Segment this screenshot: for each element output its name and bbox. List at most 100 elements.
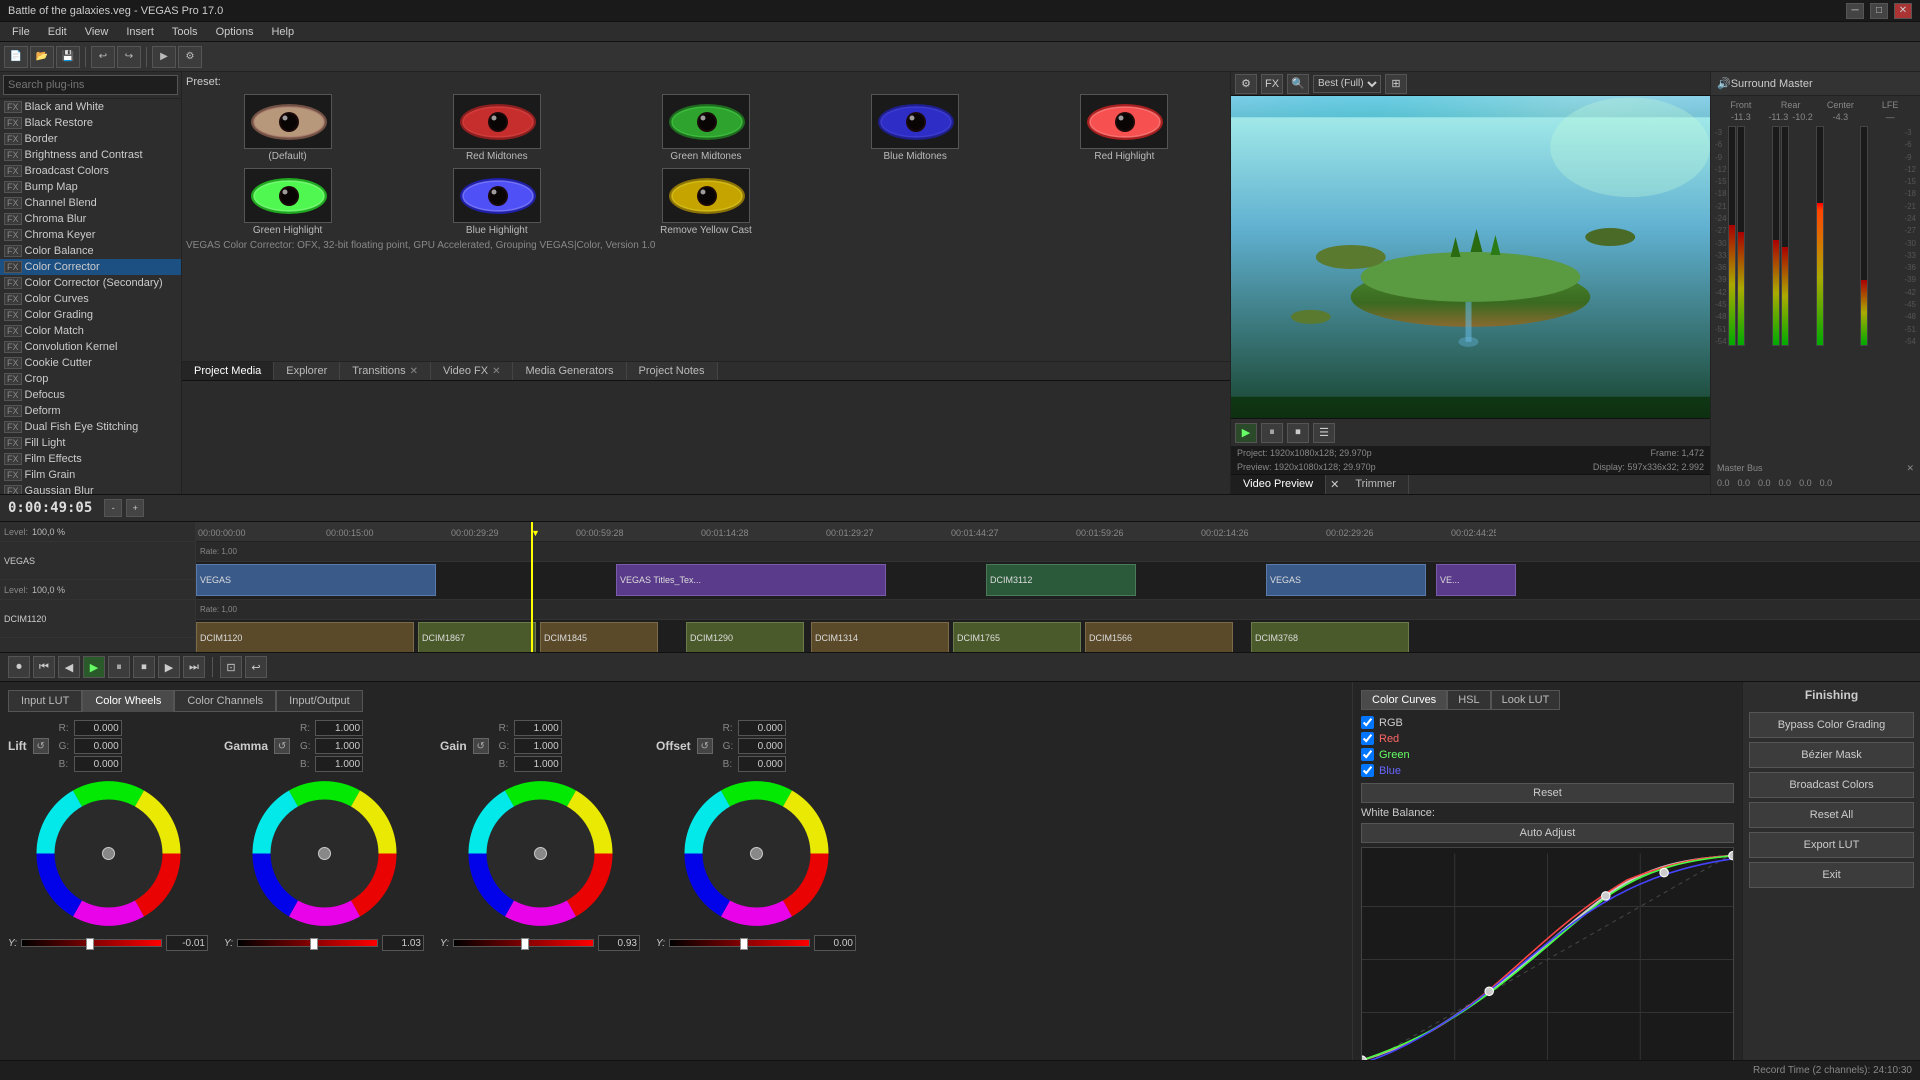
plugin-item-color-grading[interactable]: FXColor Grading: [0, 307, 181, 323]
transport-pause[interactable]: ⏸: [108, 656, 130, 678]
wheel-gamma-reset[interactable]: ↺: [274, 738, 290, 754]
menu-file[interactable]: File: [4, 24, 38, 40]
offset-wheel-svg[interactable]: [679, 776, 834, 931]
preview-quality-select[interactable]: Best (Full): [1313, 75, 1381, 93]
plugin-item-channel-blend[interactable]: FXChannel Blend: [0, 195, 181, 211]
close-button[interactable]: ✕: [1894, 3, 1912, 19]
gain-r-input[interactable]: [514, 720, 562, 736]
new-button[interactable]: 📄: [4, 46, 28, 68]
offset-y-slider[interactable]: [669, 939, 810, 947]
tab-video-preview-close[interactable]: ✕: [1326, 475, 1343, 494]
curves-canvas-area[interactable]: [1361, 847, 1734, 1072]
tab-close-btn[interactable]: ✕: [492, 366, 500, 377]
play-btn[interactable]: ▶: [1235, 423, 1257, 443]
clip-ve[interactable]: VE...: [1436, 564, 1516, 596]
offset-y-value[interactable]: [814, 935, 856, 951]
tab-video-preview[interactable]: Video Preview: [1231, 475, 1326, 494]
snap-btn[interactable]: ⊡: [220, 656, 242, 678]
preset-green-midtones[interactable]: Green Midtones: [604, 94, 807, 162]
transport-record[interactable]: ⏺: [8, 656, 30, 678]
clip-dcim3112[interactable]: DCIM3112: [986, 564, 1136, 596]
loop-region-btn[interactable]: ↩: [245, 656, 267, 678]
preview-settings-btn[interactable]: ⚙: [1235, 74, 1257, 94]
plugin-item-border[interactable]: FXBorder: [0, 131, 181, 147]
preset-blue-midtones[interactable]: Blue Midtones: [814, 94, 1017, 162]
plugin-item-black-restore[interactable]: FXBlack Restore: [0, 115, 181, 131]
plugin-item-color-corrector-(secondary)[interactable]: FXColor Corrector (Secondary): [0, 275, 181, 291]
plugin-item-chroma-blur[interactable]: FXChroma Blur: [0, 211, 181, 227]
plugin-item-color-balance[interactable]: FXColor Balance: [0, 243, 181, 259]
tab-look-lut[interactable]: Look LUT: [1491, 690, 1561, 710]
cb-rgb[interactable]: [1361, 716, 1374, 729]
gamma-g-input[interactable]: [315, 738, 363, 754]
preview-fx-btn[interactable]: FX: [1261, 74, 1283, 94]
tab-color-wheels[interactable]: Color Wheels: [82, 690, 174, 712]
preset-red-highlight[interactable]: Red Highlight: [1023, 94, 1226, 162]
menu-options[interactable]: Options: [208, 24, 262, 40]
offset-r-input[interactable]: [738, 720, 786, 736]
preset-(default)[interactable]: (Default): [186, 94, 389, 162]
lift-g-input[interactable]: [74, 738, 122, 754]
panel-tab-transitions[interactable]: Transitions✕: [340, 362, 431, 380]
preview-zoom-btn[interactable]: 🔍: [1287, 74, 1309, 94]
clip-dcim1120[interactable]: DCIM1120: [196, 622, 414, 652]
transport-next-frame[interactable]: ▶: [158, 656, 180, 678]
plugin-item-broadcast-colors[interactable]: FXBroadcast Colors: [0, 163, 181, 179]
plugin-item-black-and-white[interactable]: FXBlack and White: [0, 99, 181, 115]
lift-y-slider[interactable]: [21, 939, 162, 947]
plugin-item-color-corrector[interactable]: FXColor Corrector: [0, 259, 181, 275]
gain-wheel-svg[interactable]: [463, 776, 618, 931]
plugin-item-chroma-keyer[interactable]: FXChroma Keyer: [0, 227, 181, 243]
plugin-item-brightness-and-contrast[interactable]: FXBrightness and Contrast: [0, 147, 181, 163]
plugin-item-convolution-kernel[interactable]: FXConvolution Kernel: [0, 339, 181, 355]
transport-prev-frame[interactable]: ◀: [58, 656, 80, 678]
plugin-item-dual-fish-eye-stitching[interactable]: FXDual Fish Eye Stitching: [0, 419, 181, 435]
plugin-item-color-match[interactable]: FXColor Match: [0, 323, 181, 339]
panel-tab-project-media[interactable]: Project Media: [182, 362, 274, 380]
timeline-ruler[interactable]: 00:00:00:00 00:00:15:00 00:00:29:29 ▼ 00…: [196, 522, 1920, 542]
transport-fast-fwd[interactable]: ⏭: [183, 656, 205, 678]
preset-blue-highlight[interactable]: Blue Highlight: [395, 168, 598, 236]
gamma-wheel-svg[interactable]: [247, 776, 402, 931]
clip-vegas-1[interactable]: VEGAS: [196, 564, 436, 596]
clip-dcim1845[interactable]: DCIM1845: [540, 622, 658, 652]
lift-r-input[interactable]: [74, 720, 122, 736]
open-button[interactable]: 📂: [30, 46, 54, 68]
minimize-button[interactable]: ─: [1846, 3, 1864, 19]
clip-vegas-2[interactable]: VEGAS: [1266, 564, 1426, 596]
exit-btn[interactable]: Exit: [1749, 862, 1914, 888]
panel-tab-explorer[interactable]: Explorer: [274, 362, 340, 380]
gamma-y-slider[interactable]: [237, 939, 378, 947]
plugin-item-cookie-cutter[interactable]: FXCookie Cutter: [0, 355, 181, 371]
master-bus-close[interactable]: ✕: [1906, 463, 1914, 474]
gain-y-value[interactable]: [598, 935, 640, 951]
curves-reset-btn[interactable]: Reset: [1361, 783, 1734, 803]
preset-green-highlight[interactable]: Green Highlight: [186, 168, 389, 236]
plugin-item-crop[interactable]: FXCrop: [0, 371, 181, 387]
bypass-color-grading-btn[interactable]: Bypass Color Grading: [1749, 712, 1914, 738]
plugin-item-fill-light[interactable]: FXFill Light: [0, 435, 181, 451]
bezier-mask-btn[interactable]: Bézier Mask: [1749, 742, 1914, 768]
cb-blue[interactable]: [1361, 764, 1374, 777]
transport-stop[interactable]: ⏹: [133, 656, 155, 678]
clip-dcim1290[interactable]: DCIM1290: [686, 622, 804, 652]
offset-g-input[interactable]: [738, 738, 786, 754]
clip-dcim1566[interactable]: DCIM1566: [1085, 622, 1233, 652]
gamma-y-value[interactable]: [382, 935, 424, 951]
maximize-button[interactable]: □: [1870, 3, 1888, 19]
plugin-item-bump-map[interactable]: FXBump Map: [0, 179, 181, 195]
plugin-item-film-effects[interactable]: FXFilm Effects: [0, 451, 181, 467]
wheel-gain-reset[interactable]: ↺: [473, 738, 489, 754]
preview-grid-btn[interactable]: ⊞: [1385, 74, 1407, 94]
menu-help[interactable]: Help: [263, 24, 302, 40]
export-lut-btn[interactable]: Export LUT: [1749, 832, 1914, 858]
gain-y-slider[interactable]: [453, 939, 594, 947]
broadcast-colors-btn[interactable]: Broadcast Colors: [1749, 772, 1914, 798]
redo-button[interactable]: ↪: [117, 46, 141, 68]
tab-input-output[interactable]: Input/Output: [276, 690, 363, 712]
tab-trimmer[interactable]: Trimmer: [1343, 475, 1409, 494]
preset-remove-yellow-cast[interactable]: Remove Yellow Cast: [604, 168, 807, 236]
menu-insert[interactable]: Insert: [118, 24, 162, 40]
plugin-item-film-grain[interactable]: FXFilm Grain: [0, 467, 181, 483]
render-button[interactable]: ▶: [152, 46, 176, 68]
